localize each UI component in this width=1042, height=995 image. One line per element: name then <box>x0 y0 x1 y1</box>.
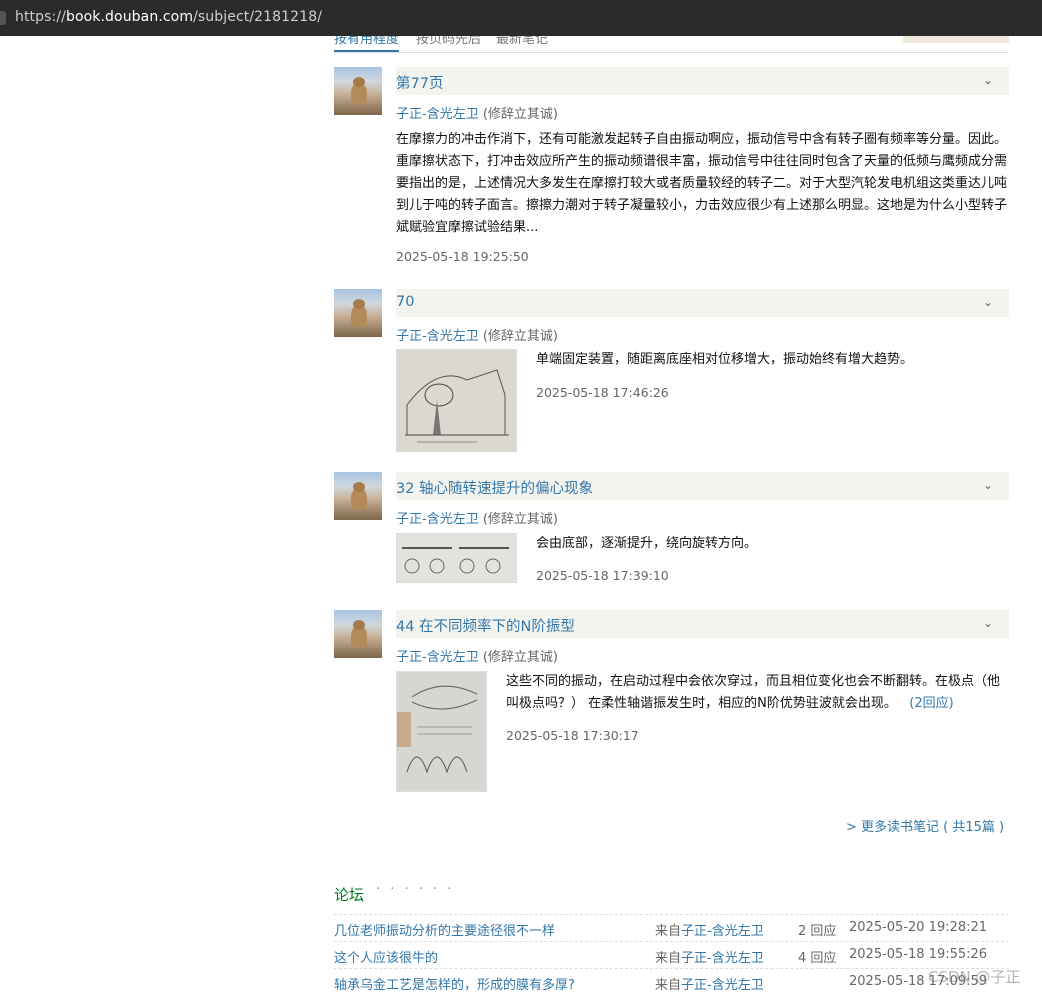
author-tagline: (修辞立其诚) <box>482 107 558 122</box>
note-header: 第77页 ⌄ <box>396 67 1009 95</box>
note-item: 32 轴心随转速提升的偏心现象 ⌄ 子正-含光左卫 (修辞立其诚) 会由底部，逐… <box>334 472 1009 587</box>
tab-latest[interactable]: 最新笔记 <box>496 36 548 47</box>
forum-topic-date: 2025-05-20 19:28:21 <box>849 920 988 935</box>
tab-by-usefulness[interactable]: 按有用程度 <box>334 36 400 52</box>
note-title[interactable]: 32 轴心随转速提升的偏心现象 <box>396 477 593 498</box>
note-body: 这些不同的振动，在启动过程中会依次穿过，而且相位变化也会不断翻转。在极点（他叫极… <box>506 671 1009 715</box>
forum-topic-author: 来自子正-含光左卫 <box>655 947 764 966</box>
note-time: 2025-05-18 19:25:50 <box>396 249 529 264</box>
note-item: 第77页 ⌄ 子正-含光左卫 (修辞立其诚) 在摩擦力的冲击作消下，还有可能激发… <box>334 67 1009 277</box>
note-time: 2025-05-18 17:30:17 <box>506 728 639 743</box>
note-title[interactable]: 70 <box>396 294 414 310</box>
avatar[interactable] <box>334 472 382 520</box>
note-header: 44 在不同频率下的N阶振型 ⌄ <box>396 610 1009 638</box>
note-body: 在摩擦力的冲击作消下，还有可能激发起转子自由振动啊应，振动信号中含有转子圈有频率… <box>396 132 1008 235</box>
note-body: 单端固定装置，随距离底座相对位移增大，振动始终有增大趋势。 <box>536 352 914 367</box>
author-name[interactable]: 子正-含光左卫 <box>396 329 479 344</box>
browser-address-bar[interactable]: https://book.douban.com/subject/2181218/ <box>0 0 1042 36</box>
note-header: 70 ⌄ <box>396 289 1009 317</box>
forum-topic-author: 来自子正-含光左卫 <box>655 974 764 993</box>
note-body: 会由底部，逐渐提升，绕向旋转方向。 <box>536 536 758 551</box>
forum-author-name[interactable]: 子正-含光左卫 <box>681 924 764 939</box>
note-author-line: 子正-含光左卫 (修辞立其诚) <box>396 103 558 122</box>
forum-from-label: 来自 <box>655 924 682 939</box>
author-tagline: (修辞立其诚) <box>482 512 558 527</box>
forum-topic-title[interactable]: 轴承乌金工艺是怎样的，形成的膜有多厚? <box>334 974 575 993</box>
url-domain: book.douban.com <box>65 9 194 25</box>
forum-topic-row: 这个人应该很牛的 来自子正-含光左卫 4 回应 2025-05-18 19:55… <box>334 941 1009 968</box>
note-title[interactable]: 第77页 <box>396 72 443 93</box>
chevron-down-icon[interactable]: ⌄ <box>983 295 993 309</box>
forum-author-name[interactable]: 子正-含光左卫 <box>681 978 764 993</box>
avatar[interactable] <box>334 610 382 658</box>
site-info-icon[interactable] <box>0 11 6 25</box>
note-image-thumbnail[interactable] <box>396 533 517 583</box>
forum-reply-count: 4 回应 <box>798 951 837 966</box>
forum-title-dots: · · · · · · <box>376 882 455 897</box>
forum-reply-count: 2 回应 <box>798 924 837 939</box>
forum-topic-row: 几位老师振动分析的主要途径很不一样 来自子正-含光左卫 2 回应 2025-05… <box>334 914 1009 941</box>
url-text[interactable]: https://book.douban.com/subject/2181218/ <box>15 9 322 25</box>
chevron-down-icon[interactable]: ⌄ <box>983 616 993 630</box>
forum-topic-title[interactable]: 几位老师振动分析的主要途径很不一样 <box>334 920 555 939</box>
note-time: 2025-05-18 17:39:10 <box>536 568 669 583</box>
forum-section-title: 论坛 <box>334 886 365 904</box>
more-notes-link[interactable]: > 更多读书笔记 ( 共15篇 ) <box>846 816 1004 835</box>
forum-author-name[interactable]: 子正-含光左卫 <box>681 951 764 966</box>
forum-topic-date: 2025-05-18 19:55:26 <box>849 947 988 962</box>
author-tagline: (修辞立其诚) <box>482 650 558 665</box>
note-reply-count-link[interactable]: (2回应) <box>909 696 953 711</box>
chevron-down-icon[interactable]: ⌄ <box>983 478 993 492</box>
forum-topic-row: 轴承乌金工艺是怎样的，形成的膜有多厚? 来自子正-含光左卫 2025-05-18… <box>334 968 1009 995</box>
author-name[interactable]: 子正-含光左卫 <box>396 107 479 122</box>
note-author-line: 子正-含光左卫 (修辞立其诚) <box>396 646 558 665</box>
note-time: 2025-05-18 17:46:26 <box>536 385 669 400</box>
write-note-button-cut[interactable] <box>903 36 1009 43</box>
author-tagline: (修辞立其诚) <box>482 329 558 344</box>
chevron-down-icon[interactable]: ⌄ <box>983 73 993 87</box>
note-item: 70 ⌄ 子正-含光左卫 (修辞立其诚) 单端固定装置，随距离底座相对位移增大，… <box>334 289 1009 454</box>
tab-by-page[interactable]: 按页码先后 <box>416 36 481 47</box>
author-name[interactable]: 子正-含光左卫 <box>396 650 479 665</box>
url-scheme: https:// <box>15 9 66 25</box>
note-image-thumbnail[interactable] <box>396 349 517 452</box>
note-author-line: 子正-含光左卫 (修辞立其诚) <box>396 508 558 527</box>
note-header: 32 轴心随转速提升的偏心现象 ⌄ <box>396 472 1009 500</box>
csdn-watermark: CSDN @子正 <box>928 968 1021 986</box>
notes-sort-tabs: 按有用程度 按页码先后 最新笔记 <box>334 36 1009 53</box>
note-author-line: 子正-含光左卫 (修辞立其诚) <box>396 325 558 344</box>
author-name[interactable]: 子正-含光左卫 <box>396 512 479 527</box>
avatar[interactable] <box>334 289 382 337</box>
note-title[interactable]: 44 在不同频率下的N阶振型 <box>396 615 575 636</box>
note-item: 44 在不同频率下的N阶振型 ⌄ 子正-含光左卫 (修辞立其诚) 这些不同的振动… <box>334 610 1009 795</box>
avatar[interactable] <box>334 67 382 115</box>
url-path: /subject/2181218/ <box>193 9 323 25</box>
forum-from-label: 来自 <box>655 951 682 966</box>
note-image-thumbnail[interactable] <box>396 671 487 792</box>
forum-topic-author: 来自子正-含光左卫 <box>655 920 764 939</box>
forum-from-label: 来自 <box>655 978 682 993</box>
forum-topic-title[interactable]: 这个人应该很牛的 <box>334 947 438 966</box>
